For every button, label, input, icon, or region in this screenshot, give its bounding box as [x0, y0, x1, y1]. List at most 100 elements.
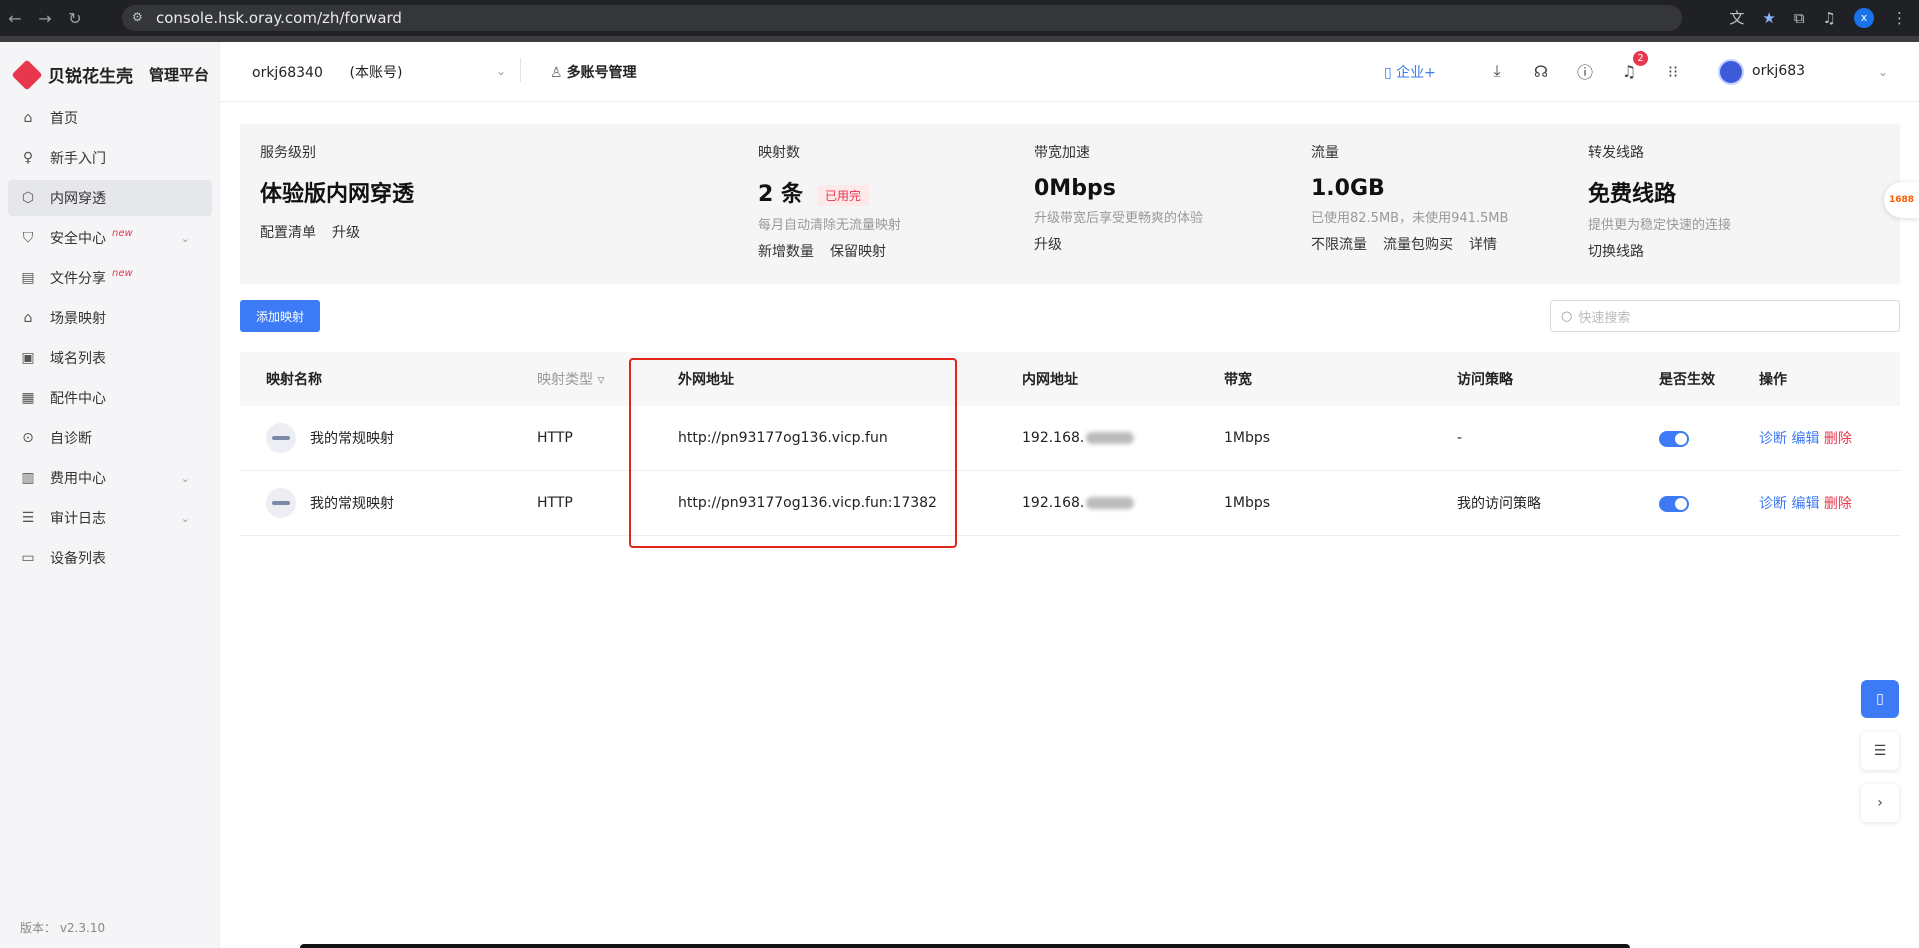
sidebar-item-label: 新手入门	[50, 151, 106, 167]
search-icon: ○	[1561, 308, 1573, 324]
building-icon: ▯	[1384, 65, 1397, 81]
sidebar-item-label: 审计日志	[50, 511, 106, 527]
add-mapping-button[interactable]: 添加映射	[240, 300, 320, 332]
media-icon[interactable]: ♫	[1823, 9, 1836, 27]
table-row: 我的常规映射 HTTP http://pn93177og136.vicp.fun…	[240, 471, 1900, 536]
chevron-down-icon[interactable]: ⌄	[496, 64, 506, 78]
reload-icon[interactable]: ↻	[60, 9, 90, 28]
edit-button[interactable]: 编辑	[1791, 496, 1819, 512]
bell-icon[interactable]: ♫ 2	[1618, 51, 1648, 82]
stat-bandwidth: 带宽加速 0Mbps 升级带宽后享受更畅爽的体验 升级	[1034, 142, 1203, 254]
buy-traffic-link[interactable]: 流量包购买	[1383, 234, 1453, 254]
delete-button[interactable]: 删除	[1824, 496, 1852, 512]
logo[interactable]: 贝锐花生壳 管理平台	[11, 58, 210, 91]
bandwidth-upgrade-link[interactable]: 升级	[1034, 234, 1062, 254]
browser-menu-icon[interactable]: ⋮	[1892, 9, 1907, 27]
sidebar-item-domains[interactable]: ▣ 域名列表	[8, 340, 212, 376]
sidebar-item-label: 首页	[50, 111, 78, 127]
col-internal: 内网地址	[1022, 372, 1078, 388]
stat-desc: 提供更为稳定快速的连接	[1588, 218, 1732, 233]
sidebar-item-audit-log[interactable]: ☰ 审计日志 ⌄	[8, 500, 212, 536]
profile-avatar[interactable]: x	[1854, 7, 1874, 28]
sidebar-item-label: 设备列表	[50, 551, 106, 567]
mobile-icon[interactable]: ▯	[1861, 680, 1899, 718]
config-list-link[interactable]: 配置清单	[260, 222, 316, 242]
mapping-icon	[266, 423, 296, 453]
multi-account-button[interactable]: ♙ 多账号管理	[550, 62, 637, 82]
diagnose-button[interactable]: 诊断	[1759, 496, 1787, 512]
translate-icon[interactable]: 文	[1729, 7, 1744, 28]
delete-button[interactable]: 删除	[1824, 431, 1852, 447]
sidebar-item-billing[interactable]: ▥ 费用中心 ⌄	[8, 460, 212, 496]
sidebar-item-security[interactable]: ⛉ 安全中心 new ⌄	[8, 220, 212, 256]
diagnose-button[interactable]: 诊断	[1759, 431, 1787, 447]
user-icon: ♙	[550, 65, 563, 81]
side-widget-1688[interactable]: 1688	[1884, 182, 1919, 218]
unlimited-traffic-link[interactable]: 不限流量	[1311, 234, 1367, 254]
stat-desc: 每月自动清除无流量映射	[758, 218, 902, 233]
sidebar-item-file-share[interactable]: ▤ 文件分享 new	[8, 260, 212, 296]
sidebar-item-forward[interactable]: ⬡ 内网穿透	[8, 180, 212, 216]
dock-edge	[300, 944, 1630, 948]
sidebar-item-label: 费用中心	[50, 471, 106, 487]
sidebar-item-accessories[interactable]: ▦ 配件中心	[8, 380, 212, 416]
stat-label: 转发线路	[1588, 145, 1644, 161]
sidebar-item-home[interactable]: ⌂ 首页	[8, 100, 212, 136]
address-bar[interactable]: ⚙ console.hsk.oray.com/zh/forward	[122, 5, 1682, 31]
site-info-icon[interactable]: ⚙	[132, 10, 143, 24]
internal-address-text: 192.168.	[1022, 430, 1085, 446]
sidebar-item-label: 场景映射	[50, 311, 106, 327]
brand-subtitle: 管理平台	[149, 66, 210, 84]
extensions-icon[interactable]: ⧉	[1794, 9, 1805, 27]
col-policy: 访问策略	[1457, 372, 1513, 388]
policy-value: -	[1457, 430, 1463, 446]
brand-name: 贝锐花生壳	[48, 67, 133, 87]
list-icon[interactable]: ☰	[1861, 732, 1899, 770]
chevron-right-icon[interactable]: ›	[1861, 784, 1899, 822]
enabled-toggle[interactable]	[1659, 496, 1689, 512]
sidebar-item-devices[interactable]: ▭ 设备列表	[8, 540, 212, 576]
redacted-blur	[1086, 432, 1135, 444]
stat-value: 0Mbps	[1034, 176, 1116, 201]
sidebar-item-scene-mapping[interactable]: ⌂ 场景映射	[8, 300, 212, 336]
support-icon[interactable]: ☊	[1530, 60, 1552, 82]
upgrade-link[interactable]: 升级	[332, 222, 360, 242]
chevron-down-icon[interactable]: ⌄	[1878, 65, 1888, 79]
stat-value: 免费线路	[1588, 182, 1677, 207]
apps-grid-icon[interactable]: ⁝⁝	[1662, 60, 1684, 82]
edit-button[interactable]: 编辑	[1791, 431, 1819, 447]
sidebar-item-self-diagnose[interactable]: ⊙ 自诊断	[8, 420, 212, 456]
stat-value: 体验版内网穿透	[260, 182, 415, 207]
search-input[interactable]: ○ 快速搜索	[1550, 300, 1900, 332]
log-icon: ☰	[21, 510, 35, 526]
forward-icon[interactable]: →	[30, 9, 60, 28]
help-icon[interactable]: ⓘ	[1574, 60, 1596, 82]
url-text: console.hsk.oray.com/zh/forward	[156, 9, 402, 27]
chevron-down-icon: ⌄	[180, 511, 190, 525]
col-bandwidth: 带宽	[1224, 372, 1252, 388]
service-stats-panel: 服务级别 体验版内网穿透 配置清单 升级 映射数 2 条已用完 每月自动清除无流…	[240, 124, 1900, 284]
account-switcher[interactable]: orkj68340 (本账号)	[252, 62, 402, 82]
sidebar-item-getting-started[interactable]: ♀ 新手入门	[8, 140, 212, 176]
bookmark-star-icon[interactable]: ★	[1762, 9, 1775, 27]
sidebar-menu: ⌂ 首页 ♀ 新手入门 ⬡ 内网穿透 ⛉ 安全中心 new ⌄ ▤ 文件分享 n…	[8, 100, 212, 580]
chevron-down-icon: ⌄	[180, 231, 190, 245]
col-type[interactable]: 映射类型 ▿	[537, 369, 604, 389]
enterprise-button[interactable]: ▯ 企业+	[1384, 62, 1436, 82]
switch-route-link[interactable]: 切换线路	[1588, 241, 1644, 261]
enabled-toggle[interactable]	[1659, 431, 1689, 447]
download-icon[interactable]: ⤓	[1486, 60, 1508, 82]
add-quota-link[interactable]: 新增数量	[758, 241, 814, 261]
policy-value[interactable]: 我的访问策略	[1457, 493, 1541, 513]
username[interactable]: orkj683	[1752, 63, 1805, 79]
traffic-details-link[interactable]: 详情	[1469, 234, 1497, 254]
version-label: 版本： v2.3.10	[20, 921, 106, 935]
stat-value: 2 条	[758, 182, 803, 207]
avatar[interactable]	[1718, 59, 1744, 85]
billing-icon: ▥	[21, 470, 35, 486]
col-type-label: 映射类型	[537, 372, 593, 388]
keep-mapping-link[interactable]: 保留映射	[830, 241, 886, 261]
back-icon[interactable]: ←	[0, 9, 30, 28]
scene-icon: ⌂	[23, 310, 33, 326]
filter-icon[interactable]: ▿	[597, 372, 604, 388]
